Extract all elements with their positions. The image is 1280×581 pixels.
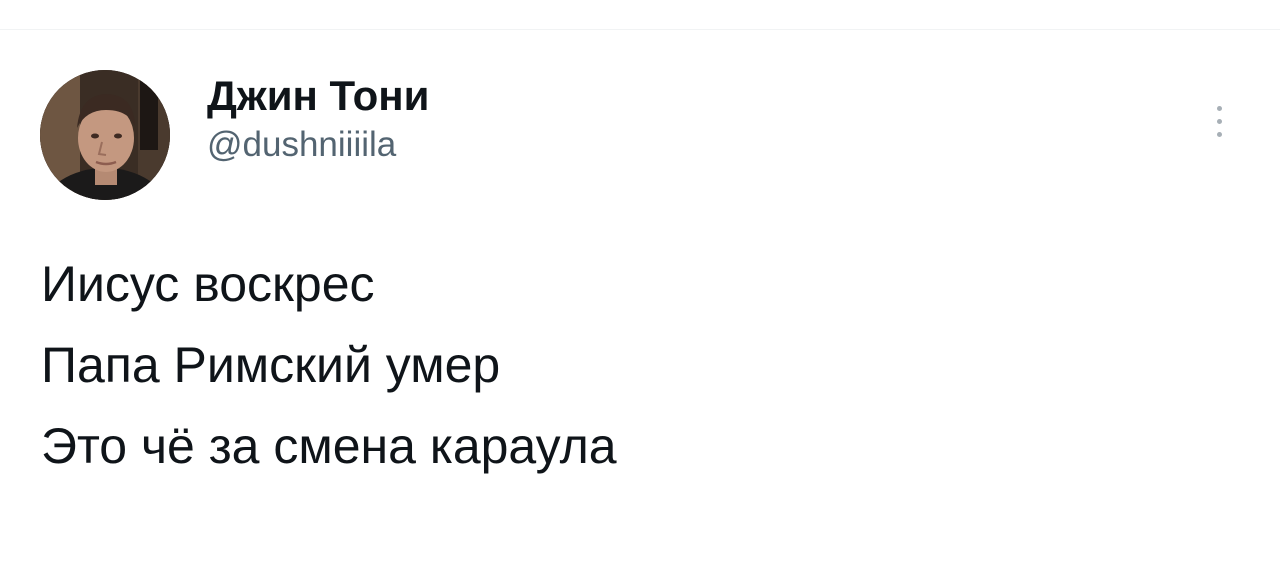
author-display-name[interactable]: Джин Тони <box>207 70 429 122</box>
more-options-button[interactable] <box>1202 96 1236 152</box>
divider <box>0 29 1280 30</box>
tweet-line: Это чё за смена караула <box>41 418 617 474</box>
author-handle[interactable]: @dushniiiila <box>207 124 429 166</box>
tweet-text: Иисус воскрес Папа Римский умер Это чё з… <box>41 244 617 487</box>
more-icon <box>1217 119 1222 124</box>
tweet-card: Джин Тони @dushniiiila Иисус воскрес Пап… <box>0 0 1280 581</box>
more-icon <box>1217 132 1222 137</box>
tweet-line: Иисус воскрес <box>41 256 375 312</box>
tweet-line: Папа Римский умер <box>41 337 501 393</box>
more-icon <box>1217 106 1222 111</box>
avatar[interactable] <box>40 70 170 200</box>
avatar-photo <box>40 70 170 200</box>
author-info: Джин Тони @dushniiiila <box>207 70 429 166</box>
